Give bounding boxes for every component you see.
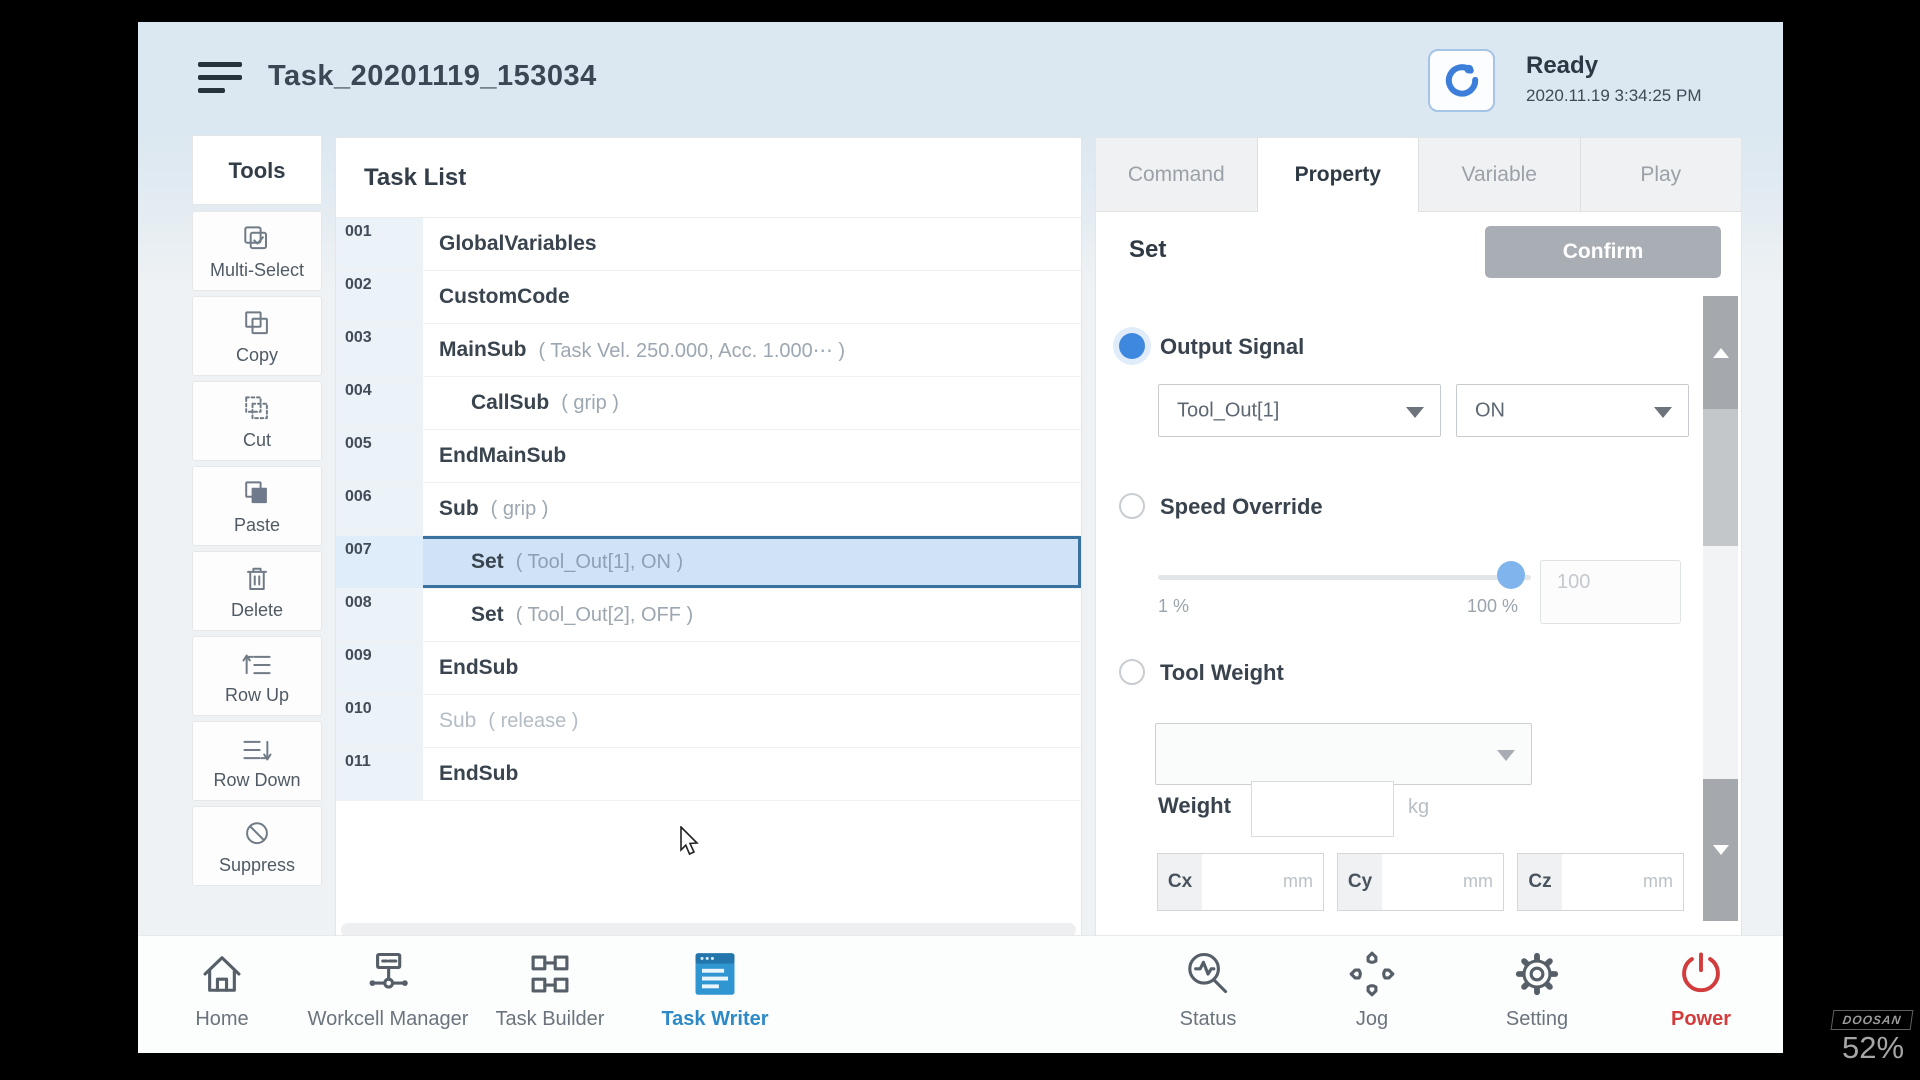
cx-field[interactable]: Cx mm [1157, 853, 1324, 911]
speed-override-label: Speed Override [1160, 494, 1323, 520]
task-row-008[interactable]: 008 Set( Tool_Out[2], OFF ) [336, 589, 1081, 642]
copy-icon [239, 307, 275, 343]
speed-slider-track[interactable] [1158, 575, 1531, 580]
slider-max-label: 100 % [1467, 596, 1518, 617]
weight-field[interactable] [1251, 781, 1394, 837]
power-icon [1675, 948, 1727, 1000]
copy-button[interactable]: Copy [192, 296, 322, 376]
datetime-label: 2020.11.19 3:34:25 PM [1526, 86, 1702, 106]
tab-play[interactable]: Play [1581, 138, 1742, 212]
workcell-manager-icon [362, 948, 414, 1000]
task-list-title: Task List [336, 138, 1081, 218]
task-row-009[interactable]: 009 EndSub [336, 642, 1081, 695]
task-builder-icon [524, 948, 576, 1000]
task-row-011[interactable]: 011 EndSub [336, 748, 1081, 801]
tab-variable[interactable]: Variable [1419, 138, 1581, 212]
doosan-logo: DOOSAN [1831, 1010, 1914, 1030]
arrow-down-icon [1713, 845, 1729, 855]
robot-status-button[interactable] [1428, 49, 1495, 112]
status-icon [1182, 948, 1234, 1000]
signal-dropdown[interactable]: Tool_Out[1] [1158, 384, 1441, 437]
speed-override-radio[interactable] [1119, 493, 1145, 519]
property-panel: Command Property Variable Play Set Confi… [1095, 137, 1742, 944]
tool-weight-radio[interactable] [1119, 659, 1145, 685]
command-name: Set [1129, 236, 1166, 264]
row-up-icon [239, 647, 275, 683]
setting-icon [1511, 948, 1563, 1000]
scrollbar-thumb[interactable] [1703, 409, 1738, 546]
scroll-down-button[interactable] [1703, 779, 1738, 921]
arrow-up-icon [1713, 348, 1729, 358]
task-row-006[interactable]: 006 Sub( grip ) [336, 483, 1081, 536]
task-row-002[interactable]: 002 CustomCode [336, 271, 1081, 324]
delete-icon [239, 562, 275, 598]
tab-command[interactable]: Command [1096, 138, 1258, 212]
tool-weight-dropdown[interactable] [1155, 723, 1532, 785]
task-writer-icon [689, 948, 741, 1000]
home-icon [196, 948, 248, 1000]
nav-task-writer[interactable]: Task Writer [610, 948, 820, 1031]
screen: Task_20201119_153034 Ready 2020.11.19 3:… [0, 0, 1920, 1080]
row-up-button[interactable]: Row Up [192, 636, 322, 716]
row-down-button[interactable]: Row Down [192, 721, 322, 801]
task-row-010[interactable]: 010 Sub( release ) [336, 695, 1081, 748]
delete-button[interactable]: Delete [192, 551, 322, 631]
tools-sidebar: Tools Multi-Select Copy Cut [192, 135, 322, 891]
task-row-001[interactable]: 001 GlobalVariables [336, 218, 1081, 271]
tab-property[interactable]: Property [1258, 138, 1420, 212]
menu-icon[interactable] [198, 62, 244, 100]
robot-state-label: Ready [1526, 52, 1598, 80]
suppress-icon [239, 817, 275, 853]
task-row-003[interactable]: 003 MainSub( Task Vel. 250.000, Acc. 1.0… [336, 324, 1081, 377]
output-signal-radio[interactable] [1119, 333, 1145, 359]
vertical-scrollbar[interactable] [1703, 296, 1738, 921]
suppress-button[interactable]: Suppress [192, 806, 322, 886]
chevron-down-icon [1406, 407, 1424, 418]
speed-slider-knob[interactable] [1497, 561, 1525, 589]
cz-field[interactable]: Cz mm [1517, 853, 1684, 911]
task-row-005[interactable]: 005 EndMainSub [336, 430, 1081, 483]
cut-icon [239, 392, 275, 428]
slider-min-label: 1 % [1158, 596, 1189, 617]
jog-icon [1346, 948, 1398, 1000]
task-row-004[interactable]: 004 CallSub( grip ) [336, 377, 1081, 430]
speed-value-field[interactable]: 100 [1540, 560, 1681, 624]
task-list-panel: Task List 001 GlobalVariables 002 Custom… [335, 137, 1082, 944]
output-signal-label: Output Signal [1160, 334, 1304, 360]
scrollbar-track[interactable] [1703, 546, 1738, 779]
app-window: Task_20201119_153034 Ready 2020.11.19 3:… [138, 22, 1783, 1053]
chevron-down-icon [1497, 750, 1515, 761]
scroll-up-button[interactable] [1703, 296, 1738, 409]
chevron-down-icon [1654, 407, 1672, 418]
paste-button[interactable]: Paste [192, 466, 322, 546]
zoom-percent-label: 52% [1833, 1030, 1913, 1066]
paste-icon [239, 477, 275, 513]
weight-unit: kg [1408, 796, 1429, 819]
tool-weight-label: Tool Weight [1160, 660, 1284, 686]
multi-select-button[interactable]: Multi-Select [192, 211, 322, 291]
mouse-cursor [679, 826, 705, 856]
nav-power[interactable]: Power [1596, 948, 1806, 1031]
bottom-nav: Home Workcell Manager Task Build [138, 935, 1783, 1053]
row-down-icon [239, 732, 275, 768]
robot-ready-icon [1440, 59, 1484, 103]
tools-title: Tools [192, 135, 322, 205]
signal-state-dropdown[interactable]: ON [1456, 384, 1689, 437]
confirm-button[interactable]: Confirm [1485, 226, 1721, 278]
panel-tabs: Command Property Variable Play [1096, 138, 1741, 212]
header: Task_20201119_153034 Ready 2020.11.19 3:… [138, 22, 1783, 137]
page-title: Task_20201119_153034 [268, 60, 597, 93]
cy-field[interactable]: Cy mm [1337, 853, 1504, 911]
weight-label: Weight [1158, 793, 1231, 819]
multi-select-icon [239, 222, 275, 258]
cut-button[interactable]: Cut [192, 381, 322, 461]
task-row-007-selected[interactable]: 007 Set( Tool_Out[1], ON ) [336, 536, 1081, 589]
